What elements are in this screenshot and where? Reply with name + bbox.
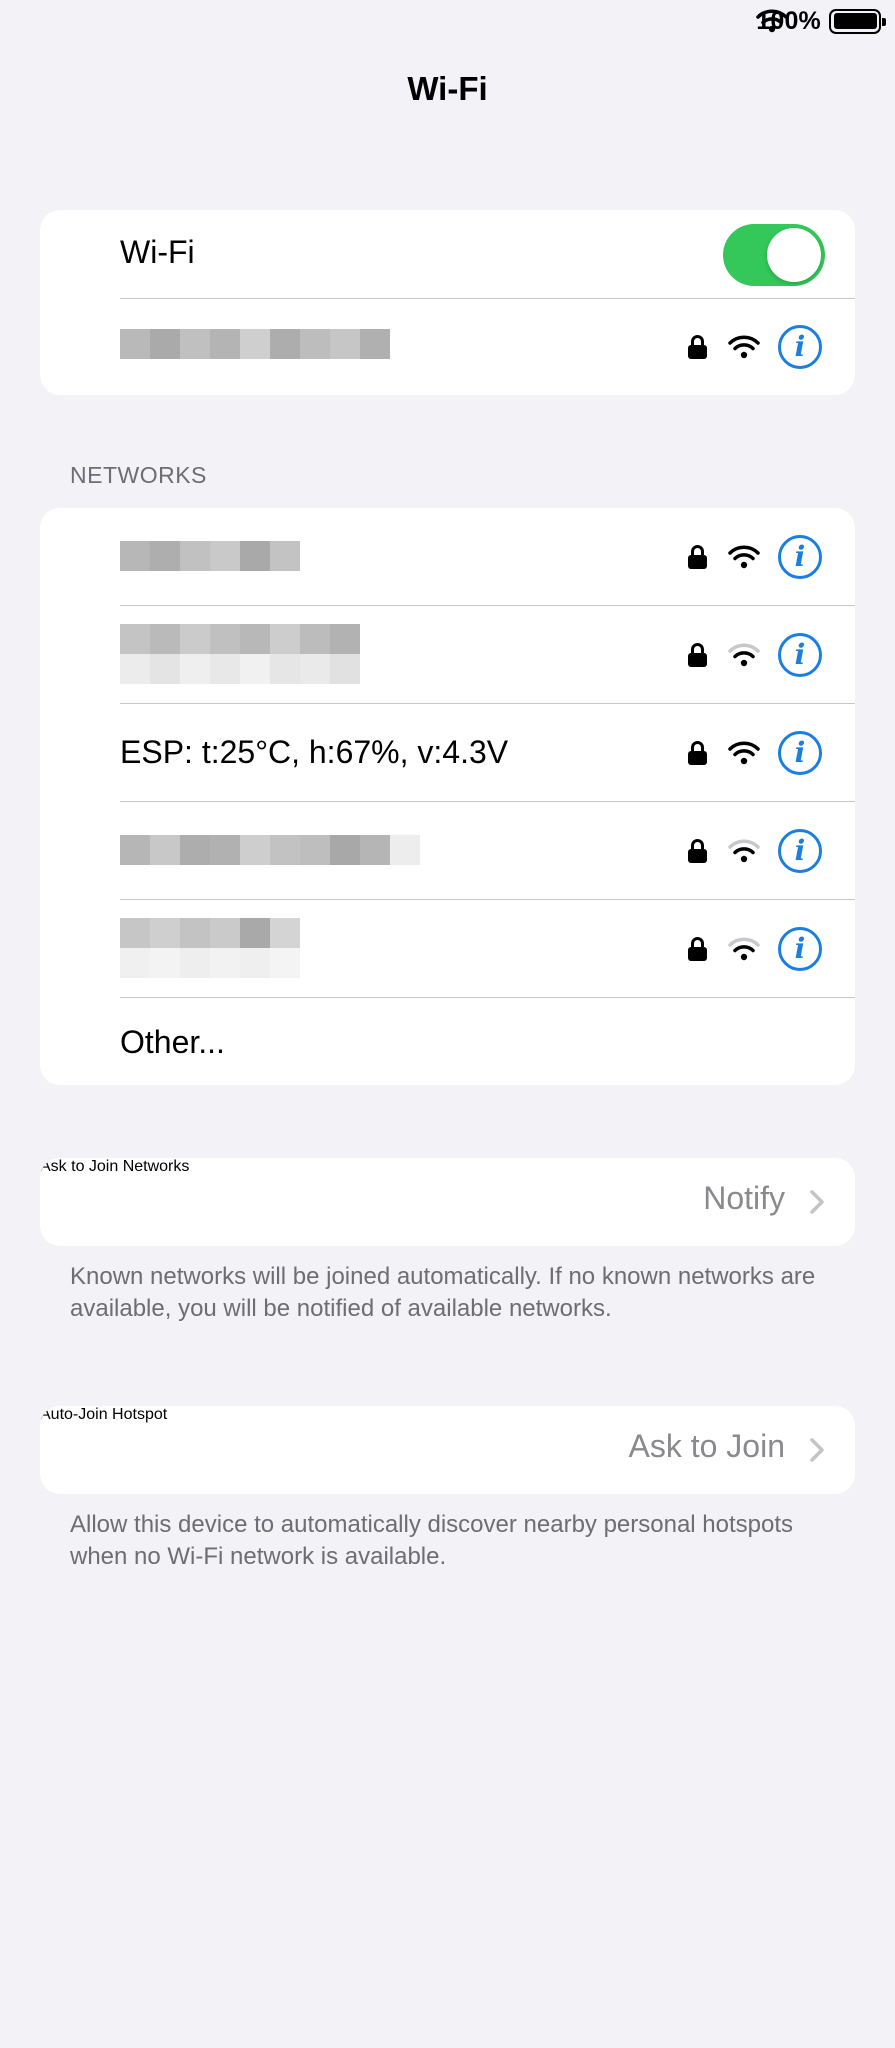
- other-network-row[interactable]: Other...: [40, 998, 855, 1085]
- page-title: Wi-Fi: [407, 70, 488, 107]
- chevron-right-icon: [810, 1190, 824, 1214]
- wifi-toggle-label: Wi-Fi: [120, 234, 195, 270]
- auto-join-value: Ask to Join: [628, 1428, 785, 1464]
- auto-join-label: Auto-Join Hotspot: [40, 1406, 168, 1423]
- wifi-signal-weak-icon: [728, 839, 760, 863]
- ask-to-join-label: Ask to Join Networks: [40, 1158, 190, 1175]
- redacted-network-name: [120, 835, 420, 865]
- redacted-network-name: [120, 329, 390, 359]
- network-name: ESP: t:25°C, h:67%, v:4.3V: [120, 734, 509, 770]
- ask-to-join-value: Notify: [703, 1180, 785, 1216]
- redacted-network-name: [120, 541, 300, 571]
- lock-icon: [688, 335, 707, 359]
- auto-join-row[interactable]: Auto-Join Hotspot Ask to Join: [40, 1406, 855, 1494]
- redacted-network-name: [120, 624, 360, 684]
- chevron-right-icon: [810, 1438, 824, 1462]
- lock-icon: [688, 937, 707, 961]
- wifi-signal-icon: [728, 335, 760, 359]
- info-icon[interactable]: i: [778, 535, 822, 579]
- ask-to-join-row[interactable]: Ask to Join Networks Notify: [40, 1158, 855, 1246]
- network-row-esp[interactable]: ESP: t:25°C, h:67%, v:4.3V i: [40, 704, 855, 801]
- lock-icon: [688, 643, 707, 667]
- ask-to-join-card: Ask to Join Networks Notify: [40, 1158, 855, 1246]
- auto-join-card: Auto-Join Hotspot Ask to Join: [40, 1406, 855, 1494]
- ask-to-join-footnote: Known networks will be joined automatica…: [70, 1263, 816, 1322]
- wifi-toggle[interactable]: [723, 224, 825, 286]
- wifi-signal-weak-icon: [728, 937, 760, 961]
- lock-icon: [688, 839, 707, 863]
- info-icon[interactable]: i: [778, 325, 822, 369]
- redacted-network-name: [120, 918, 300, 978]
- info-icon[interactable]: i: [778, 829, 822, 873]
- info-icon[interactable]: i: [778, 731, 822, 775]
- connected-network-row[interactable]: i: [40, 299, 855, 395]
- networks-header: NETWORKS: [70, 462, 207, 488]
- status-bar: 100%: [756, 6, 886, 36]
- network-row[interactable]: i: [40, 900, 855, 997]
- wifi-toggle-card: Wi-Fi i: [40, 210, 855, 395]
- network-row[interactable]: i: [40, 606, 855, 703]
- wifi-icon: [756, 9, 788, 33]
- network-row[interactable]: i: [40, 802, 855, 899]
- wifi-signal-icon: [728, 741, 760, 765]
- battery-icon: [829, 8, 886, 34]
- other-network-label: Other...: [120, 1024, 225, 1060]
- network-row[interactable]: i: [40, 508, 855, 605]
- lock-icon: [688, 741, 707, 765]
- wifi-signal-icon: [728, 545, 760, 569]
- info-icon[interactable]: i: [778, 633, 822, 677]
- networks-card: i i ESP: t:25°C, h:67%, v:4.3V i i i Oth…: [40, 508, 855, 1085]
- info-icon[interactable]: i: [778, 927, 822, 971]
- wifi-signal-weak-icon: [728, 643, 760, 667]
- wifi-toggle-row[interactable]: Wi-Fi: [40, 210, 855, 298]
- auto-join-footnote: Allow this device to automatically disco…: [70, 1511, 794, 1570]
- lock-icon: [688, 545, 707, 569]
